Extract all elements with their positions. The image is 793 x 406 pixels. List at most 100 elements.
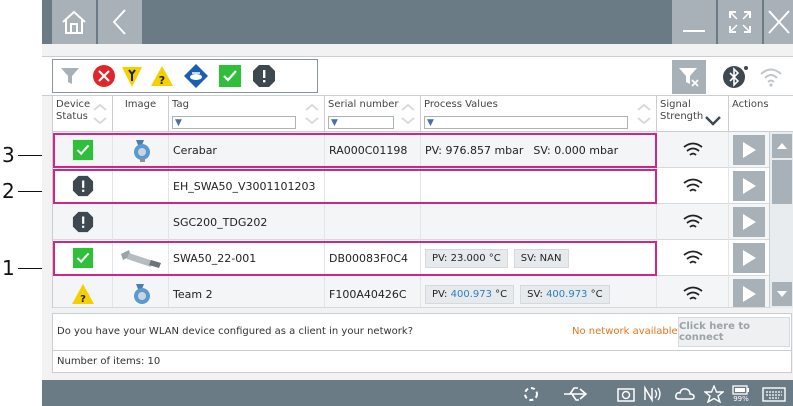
filter-check-function-button[interactable] (183, 63, 209, 89)
app-window: ? Device Status Image Tag ▼ Serial numbe… (42, 0, 793, 406)
tag-filter-input[interactable]: ▼ (172, 116, 296, 129)
back-button[interactable] (98, 0, 142, 44)
svg-text:?: ? (159, 74, 165, 87)
process-values-cell (421, 204, 657, 240)
open-device-button[interactable] (733, 171, 765, 201)
filter-toolbar: ? (42, 56, 793, 96)
filter-out-of-spec-button[interactable] (251, 63, 277, 89)
signal-strength-icon (682, 142, 703, 156)
serial-cell (325, 204, 421, 240)
ok-icon (72, 139, 93, 161)
maximize-button[interactable] (718, 0, 762, 44)
chevron-down-icon (705, 116, 721, 126)
scroll-up-button[interactable] (772, 134, 792, 158)
close-button[interactable] (764, 0, 793, 44)
ok-icon (219, 65, 241, 87)
signal-strength-icon (682, 178, 703, 192)
minimize-icon (683, 30, 705, 32)
tag-cell: Team 2 (169, 276, 325, 307)
primary-value: PV: 976.857 mbar (425, 143, 524, 157)
process-values-cell: PV: 400.973 °C SV: 400.973 °C (421, 276, 657, 307)
open-device-button[interactable] (733, 135, 765, 165)
clear-filter-button[interactable] (672, 60, 706, 94)
swa50-device-icon (120, 250, 161, 268)
close-icon (767, 10, 790, 34)
serial-filter-input[interactable]: ▼ (328, 116, 394, 129)
table-row[interactable]: SWA50_22-001 DB00083F0C4 PV: 23.000 °C S… (53, 240, 769, 276)
chevron-left-icon (112, 9, 126, 35)
svg-text:?: ? (80, 294, 86, 305)
bluetooth-button[interactable] (718, 60, 752, 94)
callout-number: 2 (2, 179, 15, 203)
table-row[interactable]: SGC200_TDG202 (53, 204, 769, 240)
signal-strength-icon (682, 286, 703, 300)
wlan-button[interactable] (754, 60, 788, 94)
column-header-process-values[interactable]: Process Values ▼ (421, 96, 657, 132)
filter-icon (61, 68, 79, 84)
filter-icon: ▼ (175, 118, 182, 128)
serial-cell: DB00083F0C4 (325, 240, 421, 276)
filter-warning-button[interactable]: ? (149, 63, 175, 89)
minimize-button[interactable] (672, 0, 716, 44)
table-row[interactable]: Cerabar RA000C01198 PV: 976.857 mbar SV:… (53, 132, 769, 168)
status-filter-group: ? (52, 59, 318, 93)
open-device-button[interactable] (733, 243, 765, 273)
network-info-bar: Do you have your WLAN device configured … (52, 313, 792, 351)
home-button[interactable] (52, 0, 96, 44)
caret-down-icon (777, 291, 787, 297)
signal-strength-icon (682, 214, 703, 228)
connect-button[interactable]: Click here to connect (678, 317, 790, 347)
maximize-icon (729, 11, 751, 33)
maintenance-icon (122, 67, 142, 87)
secondary-value: SV: 0.000 mbar (533, 143, 619, 157)
nfc-icon[interactable] (642, 384, 664, 404)
out-of-spec-icon (72, 175, 93, 197)
secondary-value: SV: 400.973 °C (520, 284, 610, 304)
camera-icon[interactable] (616, 384, 636, 404)
column-header-signal-strength[interactable]: Signal Strength (657, 96, 729, 132)
column-header-device-status[interactable]: Device Status (53, 96, 113, 132)
network-warning: No network available. (572, 326, 681, 337)
play-icon (743, 214, 756, 230)
table-row[interactable]: ? Team 2 F100A40426C PV: 400.973 °C SV: … (53, 276, 769, 308)
scroll-thumb[interactable] (772, 160, 792, 204)
signal-strength-icon (682, 250, 703, 264)
wlan-icon (760, 68, 782, 87)
open-device-button[interactable] (733, 207, 765, 237)
column-header-serial-number[interactable]: Serial number ▼ (325, 96, 421, 132)
open-device-button[interactable] (733, 279, 765, 307)
process-values-cell (421, 168, 657, 204)
table-scrollbar[interactable] (769, 132, 793, 308)
title-bar (42, 0, 793, 44)
primary-value: PV: 23.000 °C (425, 248, 508, 268)
cloud-icon[interactable] (674, 384, 696, 404)
filter-button[interactable] (57, 63, 83, 89)
filter-ok-button[interactable] (217, 63, 243, 89)
secondary-value: SV: NAN (513, 248, 569, 268)
out-of-spec-icon (72, 211, 93, 233)
sort-icon (401, 103, 415, 125)
process-filter-input[interactable]: ▼ (424, 116, 628, 129)
keyboard-icon[interactable] (762, 384, 786, 404)
warning-icon: ? (71, 284, 94, 305)
warning-icon: ? (151, 66, 173, 87)
sort-icon (93, 103, 107, 125)
filter-maintenance-button[interactable] (119, 63, 145, 89)
tag-cell: Cerabar (169, 132, 325, 168)
cerabar-device-icon (133, 284, 150, 304)
callout-number: 3 (2, 143, 15, 167)
device-table: Device Status Image Tag ▼ Serial number (52, 96, 793, 308)
item-count-bar: Number of items: 10 (52, 351, 792, 373)
column-header-tag[interactable]: Tag ▼ (169, 96, 325, 132)
table-row[interactable]: EH_SWA50_V3001101203 (53, 168, 769, 204)
system-status-bar: 99% (42, 380, 793, 406)
process-values-cell: PV: 23.000 °C SV: NAN (421, 240, 657, 276)
star-icon[interactable] (704, 384, 724, 404)
scroll-down-button[interactable] (772, 282, 792, 306)
battery-icon (732, 385, 749, 395)
wlan-question: Do you have your WLAN device configured … (57, 326, 413, 337)
usb-icon[interactable] (562, 384, 588, 404)
error-icon (93, 65, 115, 87)
home-icon (62, 10, 86, 34)
filter-error-button[interactable] (91, 63, 117, 89)
